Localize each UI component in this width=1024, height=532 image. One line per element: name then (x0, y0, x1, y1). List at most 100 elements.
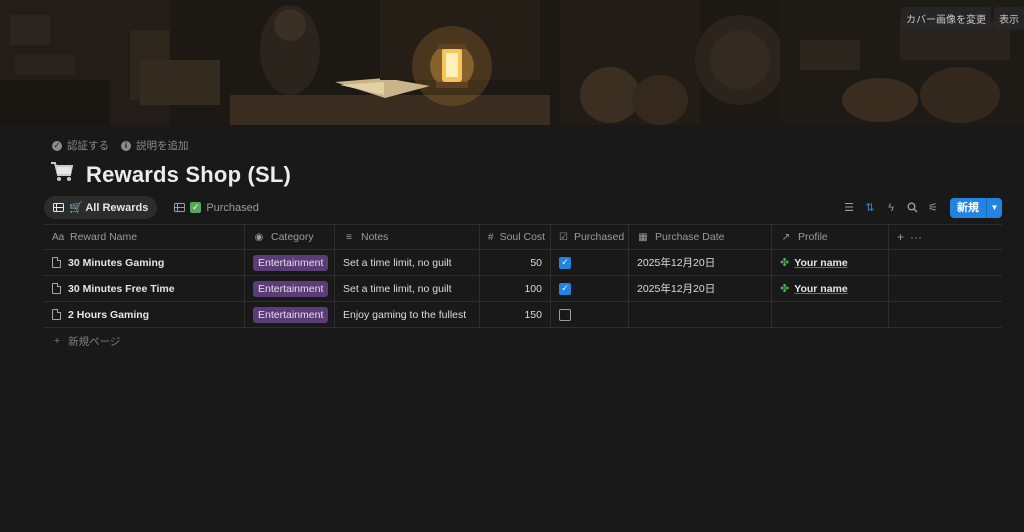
verified-check-icon: ✓ (52, 140, 62, 151)
change-cover-button[interactable]: カバー画像を変更 (901, 7, 991, 30)
column-label: Category (271, 231, 314, 243)
cover-image: カバー画像を変更 表示 (0, 0, 1024, 125)
column-label: Purchase Date (655, 231, 725, 243)
notes-cell[interactable]: Set a time limit, no guilt (335, 276, 480, 301)
column-purchased[interactable]: ☑ Purchased (551, 225, 629, 249)
page-icon (52, 309, 61, 320)
chevron-down-icon[interactable]: ▼ (986, 198, 1002, 218)
rewards-table: Aa Reward Name ◉ Category ≡ Notes # Soul Cos… (44, 224, 1002, 354)
new-button[interactable]: 新規 ▼ (950, 198, 1002, 218)
column-label: Purchased (573, 231, 625, 243)
purchased-cell (551, 302, 629, 327)
add-description-label: 説明を追加 (136, 140, 189, 152)
view-tabs: 🛒 All Rewards ✓ Purchased (44, 196, 268, 219)
display-button[interactable]: 表示 (994, 7, 1024, 30)
purchased-cell: ✓ (551, 276, 629, 301)
purchased-cell: ✓ (551, 250, 629, 275)
soul-cost-cell[interactable]: 150 (480, 302, 551, 327)
category-tag: Entertainment (253, 254, 329, 271)
reward-name: 30 Minutes Free Time (68, 282, 175, 295)
search-icon[interactable] (906, 202, 918, 214)
profile-cell[interactable]: ✤ Your name (772, 250, 889, 275)
info-icon: i (121, 140, 131, 151)
check-mark-icon: ✓ (190, 202, 202, 213)
relation-arrow-icon: ↗ (781, 231, 791, 243)
profile-link[interactable]: Your name (794, 283, 847, 295)
column-soul-cost[interactable]: # Soul Cost (480, 225, 551, 249)
row-end-cell (889, 302, 1002, 327)
number-property-icon: # (488, 231, 494, 243)
column-label: Profile (798, 231, 828, 243)
new-button-label: 新規 (957, 202, 979, 214)
tab-all-rewards[interactable]: 🛒 All Rewards (44, 196, 158, 219)
column-category[interactable]: ◉ Category (245, 225, 335, 249)
table-row[interactable]: 30 Minutes Gaming Entertainment Set a ti… (44, 250, 1002, 276)
purchased-checkbox[interactable]: ✓ (559, 256, 571, 269)
table-row[interactable]: 30 Minutes Free Time Entertainment Set a… (44, 276, 1002, 302)
column-notes[interactable]: ≡ Notes (335, 225, 480, 249)
table-row[interactable]: 2 Hours Gaming Entertainment Enjoy gamin… (44, 302, 1002, 328)
verify-button[interactable]: ✓ 認証する (52, 138, 109, 153)
profile-cell[interactable]: ✤ Your name (772, 276, 889, 301)
column-reward-name[interactable]: Aa Reward Name (44, 225, 245, 249)
category-cell[interactable]: Entertainment (245, 250, 335, 275)
page-title[interactable]: Rewards Shop (SL) (86, 162, 291, 188)
more-options-icon[interactable]: ··· (910, 230, 922, 244)
filter-icon[interactable]: ☰ (843, 202, 855, 214)
select-property-icon: ◉ (254, 231, 264, 243)
tab-purchased-label: Purchased (206, 201, 259, 214)
soul-cost-cell[interactable]: 50 (480, 250, 551, 275)
category-tag: Entertainment (253, 280, 329, 297)
table-header: Aa Reward Name ◉ Category ≡ Notes # Soul Cos… (44, 224, 1002, 250)
calendar-icon: ▦ (638, 231, 648, 243)
add-property-icon[interactable]: + (897, 230, 904, 244)
purchased-checkbox[interactable]: ✓ (559, 282, 571, 295)
verify-label: 認証する (67, 140, 109, 152)
text-lines-icon: ≡ (346, 231, 352, 243)
reward-name: 30 Minutes Gaming (68, 256, 165, 269)
page-header: Rewards Shop (SL) (50, 161, 291, 189)
new-page-label: 新規ページ (68, 335, 121, 348)
four-leaf-clover-icon: ✤ (780, 283, 790, 295)
shopping-cart-icon[interactable] (50, 161, 76, 189)
column-label: Notes (361, 231, 389, 243)
reward-name-cell[interactable]: 30 Minutes Free Time (44, 276, 245, 301)
category-cell[interactable]: Entertainment (245, 302, 335, 327)
database-toolbar: ☰ ⇅ ϟ ⚟ 新規 ▼ (843, 198, 1002, 218)
notes-cell[interactable]: Set a time limit, no guilt (335, 250, 480, 275)
text-property-icon: Aa (52, 231, 65, 243)
row-end-cell (889, 250, 1002, 275)
add-description-button[interactable]: i 説明を追加 (121, 138, 189, 153)
reward-name: 2 Hours Gaming (68, 308, 150, 321)
column-profile[interactable]: ↗ Profile (772, 225, 889, 249)
tab-purchased[interactable]: ✓ Purchased (165, 197, 268, 219)
reward-name-cell[interactable]: 2 Hours Gaming (44, 302, 245, 327)
four-leaf-clover-icon: ✤ (780, 257, 790, 269)
soul-cost-cell[interactable]: 100 (480, 276, 551, 301)
checkbox-property-icon: ☑ (559, 231, 568, 243)
page-meta-row: ✓ 認証する i 説明を追加 (52, 138, 189, 153)
category-cell[interactable]: Entertainment (245, 276, 335, 301)
purchase-date-cell[interactable]: 2025年12月20日 (629, 276, 772, 301)
notes-cell[interactable]: Enjoy gaming to the fullest (335, 302, 480, 327)
page-icon (52, 283, 61, 294)
profile-cell[interactable] (772, 302, 889, 327)
purchase-date-cell[interactable]: 2025年12月20日 (629, 250, 772, 275)
settings-sliders-icon[interactable]: ⚟ (927, 202, 939, 214)
table-icon (174, 203, 186, 212)
sort-icon[interactable]: ⇅ (864, 202, 876, 214)
reward-name-cell[interactable]: 30 Minutes Gaming (44, 250, 245, 275)
table-icon (53, 203, 64, 212)
automation-icon[interactable]: ϟ (885, 202, 897, 214)
row-end-cell (889, 276, 1002, 301)
category-tag: Entertainment (253, 306, 329, 323)
purchased-checkbox[interactable] (559, 308, 571, 321)
purchase-date-cell[interactable] (629, 302, 772, 327)
column-label: Soul Cost (499, 231, 546, 243)
profile-link[interactable]: Your name (794, 257, 847, 269)
column-actions: + ··· (889, 225, 1002, 249)
page-icon (52, 257, 61, 268)
new-page-button[interactable]: + 新規ページ (44, 328, 1002, 354)
column-purchase-date[interactable]: ▦ Purchase Date (629, 225, 772, 249)
column-label: Reward Name (70, 231, 138, 243)
